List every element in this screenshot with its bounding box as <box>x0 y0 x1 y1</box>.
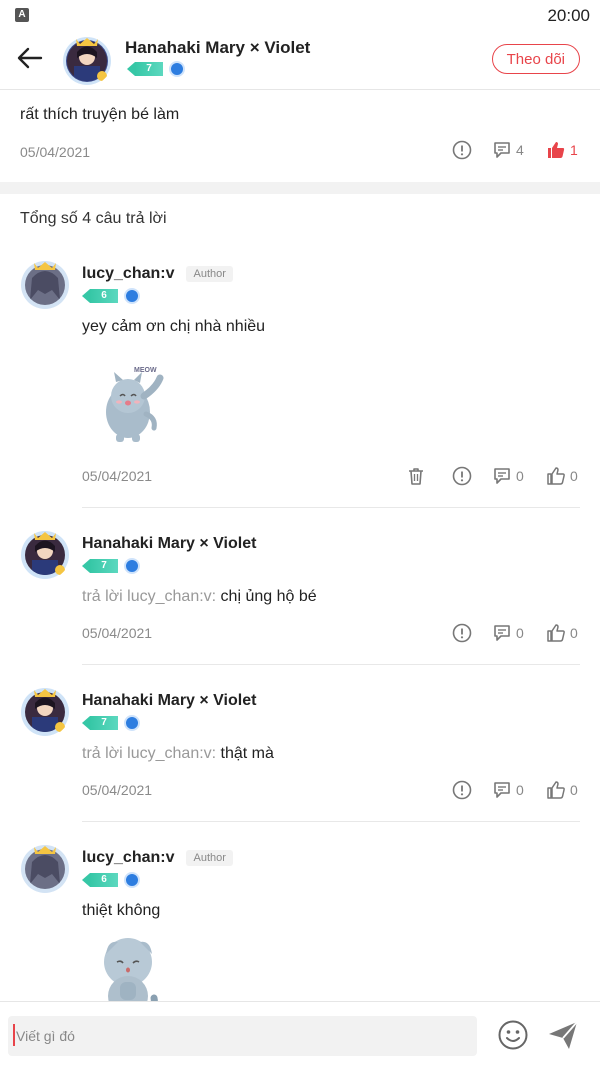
reply-item: Hanahaki Mary × Violet 7 trả lời lucy_ch… <box>0 687 600 822</box>
main-comment-text: rất thích truyện bé làm <box>20 106 180 123</box>
comment-icon <box>494 468 510 484</box>
reply-to-prefix: trả lời lucy_chan:v: <box>82 588 221 605</box>
report-icon[interactable] <box>452 623 472 643</box>
reply-count: 4 <box>516 142 524 158</box>
author-tag: Author <box>186 266 233 282</box>
report-icon[interactable] <box>452 466 472 486</box>
main-comment-actions: 4 1 <box>452 140 580 160</box>
like-icon <box>547 781 565 799</box>
reply-action[interactable]: 0 <box>492 466 526 486</box>
follow-button[interactable]: Theo dõi <box>491 44 580 74</box>
header-badges: 7 <box>127 61 185 77</box>
level-badge: 6 <box>82 289 118 303</box>
avatar[interactable] <box>20 530 70 580</box>
user-badges: 7 <box>82 558 580 574</box>
reply-date: 05/04/2021 <box>82 468 153 484</box>
trash-icon[interactable] <box>406 466 426 486</box>
cat-sticker-image: MEOW <box>106 367 164 442</box>
verify-icon <box>124 872 140 888</box>
reply-body: chị ủng hộ bé <box>220 588 317 605</box>
like-count: 0 <box>570 468 578 484</box>
reply-date: 05/04/2021 <box>82 625 153 641</box>
emoji-icon[interactable] <box>496 1018 530 1052</box>
level-badge: 6 <box>82 873 118 887</box>
avatar[interactable] <box>20 260 70 310</box>
like-action[interactable]: 0 <box>546 623 580 643</box>
like-action[interactable]: 0 <box>546 780 580 800</box>
reply-to-prefix: trả lời lucy_chan:v: <box>82 745 221 762</box>
level-badge: 7 <box>82 559 118 573</box>
text-caret <box>13 1024 15 1046</box>
reply-count: 0 <box>516 468 524 484</box>
back-arrow-icon[interactable] <box>14 42 46 74</box>
reply-user-name[interactable]: Hanahaki Mary × Violet <box>82 535 256 553</box>
like-icon <box>547 467 565 485</box>
verify-icon <box>124 558 140 574</box>
reply-text: yey cảm ơn chị nhà nhiều <box>82 318 266 335</box>
avatar[interactable] <box>20 844 70 894</box>
section-separator <box>0 182 600 194</box>
status-bar: A 20:00 <box>0 0 600 30</box>
like-count: 0 <box>570 782 578 798</box>
verify-icon <box>124 288 140 304</box>
main-comment-date: 05/04/2021 <box>20 144 91 160</box>
verify-icon <box>169 61 185 77</box>
avatar[interactable] <box>20 687 70 737</box>
reply-user-name[interactable]: lucy_chan:v <box>82 849 174 867</box>
reply-action[interactable]: 4 <box>492 140 526 160</box>
like-action[interactable]: 1 <box>546 140 580 160</box>
report-icon[interactable] <box>452 140 472 160</box>
reply-item: Hanahaki Mary × Violet 7 trả lời lucy_ch… <box>0 530 600 665</box>
like-action[interactable]: 0 <box>546 466 580 486</box>
reply-item: lucy_chan:v Author 6 yey cảm ơn chị nhà … <box>0 260 600 508</box>
level-badge: 7 <box>82 716 118 730</box>
reply-count: 0 <box>516 782 524 798</box>
user-badges: 6 <box>82 872 580 888</box>
comment-icon <box>494 782 510 798</box>
replies-summary: Tổng số 4 câu trả lời <box>20 210 167 227</box>
status-time: 20:00 <box>547 6 590 25</box>
reply-action[interactable]: 0 <box>492 623 526 643</box>
reply-text: trả lời lucy_chan:v: thật mà <box>82 745 580 763</box>
reply-action[interactable]: 0 <box>492 780 526 800</box>
divider <box>82 507 580 508</box>
divider <box>82 664 580 665</box>
header-user-name: Hanahaki Mary × Violet <box>125 38 311 57</box>
like-icon <box>547 624 565 642</box>
sticker-caption: MEOW <box>134 367 157 374</box>
report-icon[interactable] <box>452 780 472 800</box>
reply-user-name[interactable]: lucy_chan:v <box>82 265 174 283</box>
author-tag: Author <box>186 850 233 866</box>
reply-date: 05/04/2021 <box>82 782 153 798</box>
header: Hanahaki Mary × Violet 7 Theo dõi <box>0 30 600 90</box>
comment-input-bar <box>0 1001 600 1067</box>
main-comment: rất thích truyện bé làm 05/04/2021 4 1 <box>0 90 600 182</box>
reply-count: 0 <box>516 625 524 641</box>
user-badges: 6 <box>82 288 580 304</box>
like-count: 1 <box>570 142 578 158</box>
level-badge: 7 <box>127 62 163 76</box>
reply-body: thật mà <box>220 745 274 762</box>
comment-icon <box>494 142 510 158</box>
avatar[interactable] <box>62 36 112 86</box>
verify-icon <box>124 715 140 731</box>
user-badges: 7 <box>82 715 580 731</box>
reply-item: lucy_chan:v Author 6 thiệt không <box>0 844 600 1027</box>
reply-user-name[interactable]: Hanahaki Mary × Violet <box>82 692 256 710</box>
divider <box>82 821 580 822</box>
comment-icon <box>494 625 510 641</box>
like-count: 0 <box>570 625 578 641</box>
reply-text: thiệt không <box>82 902 161 919</box>
reply-text: trả lời lucy_chan:v: chị ủng hộ bé <box>82 588 580 606</box>
send-icon[interactable] <box>546 1018 580 1052</box>
app-notification-icon: A <box>15 8 29 22</box>
comment-input[interactable] <box>8 1016 477 1056</box>
like-icon <box>548 142 565 158</box>
